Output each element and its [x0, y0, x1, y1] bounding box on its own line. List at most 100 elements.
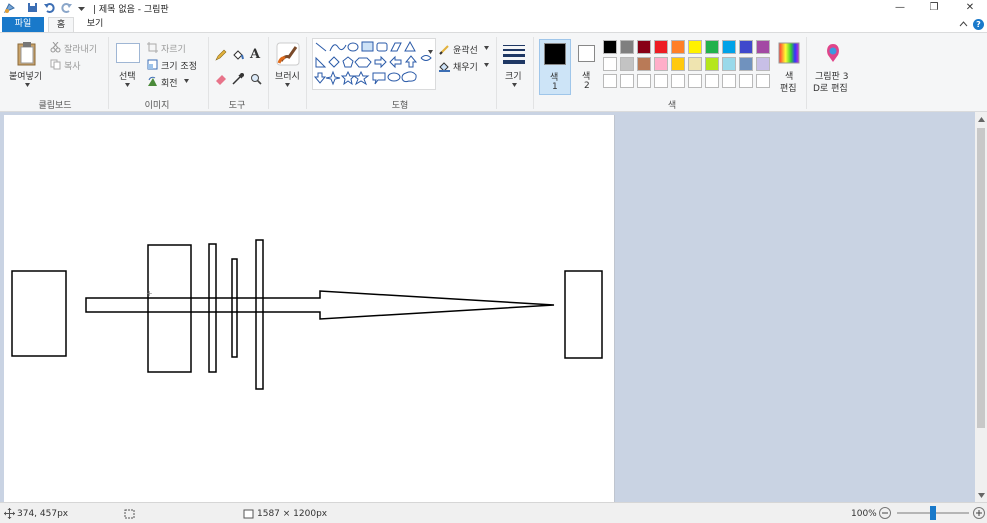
drawing-canvas[interactable]: +	[4, 115, 615, 502]
zoom-in-button[interactable]	[973, 507, 985, 519]
ribbon-tabs: 파일 홈 보기 ?	[0, 16, 987, 32]
palette-swatch[interactable]	[620, 57, 634, 71]
size-dropdown-icon[interactable]	[511, 82, 517, 88]
palette-swatch[interactable]	[756, 40, 770, 54]
edit-with-paint3d-label-2[interactable]: D로 편집	[813, 81, 848, 94]
custom-color-slot[interactable]	[603, 74, 617, 88]
close-button[interactable]: ✕	[953, 0, 987, 14]
scroll-up-icon[interactable]	[977, 115, 985, 123]
fill-button[interactable]: 채우기	[453, 60, 478, 73]
paint-app-icon[interactable]	[2, 1, 16, 14]
paste-icon[interactable]	[15, 40, 39, 68]
custom-color-slot[interactable]	[739, 74, 753, 88]
lens-3-shape	[231, 258, 238, 358]
magnifier-icon[interactable]	[249, 72, 262, 85]
palette-swatch[interactable]	[739, 40, 753, 54]
save-icon[interactable]	[26, 1, 38, 14]
palette-swatch[interactable]	[722, 57, 736, 71]
shapes-scroll-down-icon[interactable]	[427, 49, 433, 55]
palette-swatch[interactable]	[603, 40, 617, 54]
selection-size-icon	[124, 508, 135, 519]
custom-color-slot[interactable]	[688, 74, 702, 88]
palette-swatch[interactable]	[654, 57, 668, 71]
redo-icon[interactable]	[60, 1, 72, 14]
lens-2-shape	[208, 243, 217, 373]
cursor-crosshair-icon: +	[146, 289, 153, 298]
palette-swatch[interactable]	[739, 57, 753, 71]
paste-dropdown-icon[interactable]	[24, 82, 30, 88]
collapse-ribbon-icon[interactable]	[957, 19, 969, 29]
paint3d-icon[interactable]	[821, 41, 845, 65]
palette-swatch[interactable]	[671, 40, 685, 54]
help-icon[interactable]: ?	[973, 19, 984, 30]
outline-button[interactable]: 윤곽선	[453, 43, 478, 56]
palette-swatch[interactable]	[688, 40, 702, 54]
group-divider	[208, 37, 209, 109]
color1-swatch	[544, 43, 566, 65]
palette-swatch[interactable]	[603, 57, 617, 71]
fill-bucket-icon[interactable]	[231, 48, 244, 61]
palette-swatch[interactable]	[637, 40, 651, 54]
group-divider	[306, 37, 307, 109]
shapes-gallery[interactable]	[312, 38, 436, 90]
custom-color-slot[interactable]	[705, 74, 719, 88]
status-bar: 374, 457px 1587 × 1200px 100%	[0, 502, 987, 523]
select-button[interactable]: 선택	[119, 69, 136, 82]
palette-swatch[interactable]	[756, 57, 770, 71]
copy-button[interactable]: 복사	[64, 59, 81, 72]
palette-swatch[interactable]	[722, 40, 736, 54]
custom-color-slot[interactable]	[637, 74, 651, 88]
brushes-dropdown-icon[interactable]	[284, 82, 290, 88]
edit-colors-label-2[interactable]: 편집	[780, 81, 797, 94]
customize-quick-access-icon[interactable]	[76, 1, 86, 14]
color-palette	[603, 40, 773, 92]
fill-dropdown-icon[interactable]	[483, 62, 489, 68]
palette-swatch[interactable]	[688, 57, 702, 71]
custom-color-slot[interactable]	[756, 74, 770, 88]
palette-swatch[interactable]	[705, 57, 719, 71]
eraser-icon[interactable]	[214, 72, 227, 85]
paste-button[interactable]: 붙여넣기	[9, 69, 42, 82]
palette-swatch[interactable]	[654, 40, 668, 54]
pencil-icon[interactable]	[214, 48, 227, 61]
rotate-button[interactable]: 회전	[161, 76, 178, 89]
custom-color-slot[interactable]	[671, 74, 685, 88]
size-icon[interactable]	[501, 41, 527, 67]
palette-swatch[interactable]	[671, 57, 685, 71]
zoom-out-button[interactable]	[879, 507, 891, 519]
canvas-workspace: +	[0, 112, 975, 502]
custom-color-slot[interactable]	[654, 74, 668, 88]
crop-button[interactable]: 자르기	[161, 42, 186, 55]
restore-button[interactable]: ❐	[917, 0, 951, 14]
select-icon[interactable]	[116, 43, 140, 63]
vertical-scroll-thumb[interactable]	[977, 128, 985, 428]
zoom-slider-thumb[interactable]	[930, 506, 936, 520]
rotate-dropdown-icon[interactable]	[183, 78, 189, 84]
brushes-icon[interactable]	[275, 40, 301, 68]
color1-button[interactable]: 색 1	[539, 39, 571, 95]
palette-swatch[interactable]	[620, 40, 634, 54]
select-dropdown-icon[interactable]	[124, 82, 130, 88]
undo-icon[interactable]	[43, 1, 55, 14]
outline-dropdown-icon[interactable]	[483, 45, 489, 51]
resize-button[interactable]: 크기 조정	[161, 59, 197, 72]
palette-swatch[interactable]	[705, 40, 719, 54]
lens-4-shape	[255, 239, 264, 390]
color-picker-icon[interactable]	[231, 72, 244, 85]
size-button[interactable]: 크기	[505, 69, 522, 82]
tab-view[interactable]: 보기	[80, 17, 110, 32]
palette-swatch[interactable]	[637, 57, 651, 71]
edit-colors-icon[interactable]	[777, 41, 801, 65]
tab-home[interactable]: 홈	[48, 17, 74, 32]
brushes-button[interactable]: 브러시	[275, 69, 300, 82]
vertical-scrollbar[interactable]	[975, 112, 987, 502]
custom-color-slot[interactable]	[620, 74, 634, 88]
scroll-down-icon[interactable]	[977, 491, 985, 499]
color2-button[interactable]: 색 2	[575, 39, 599, 95]
tab-file[interactable]: 파일	[2, 17, 44, 32]
cut-button[interactable]: 잘라내기	[64, 42, 97, 55]
minimize-button[interactable]: —	[883, 0, 917, 14]
text-tool-icon[interactable]: A	[250, 47, 260, 62]
arrow-shape	[85, 290, 555, 320]
custom-color-slot[interactable]	[722, 74, 736, 88]
